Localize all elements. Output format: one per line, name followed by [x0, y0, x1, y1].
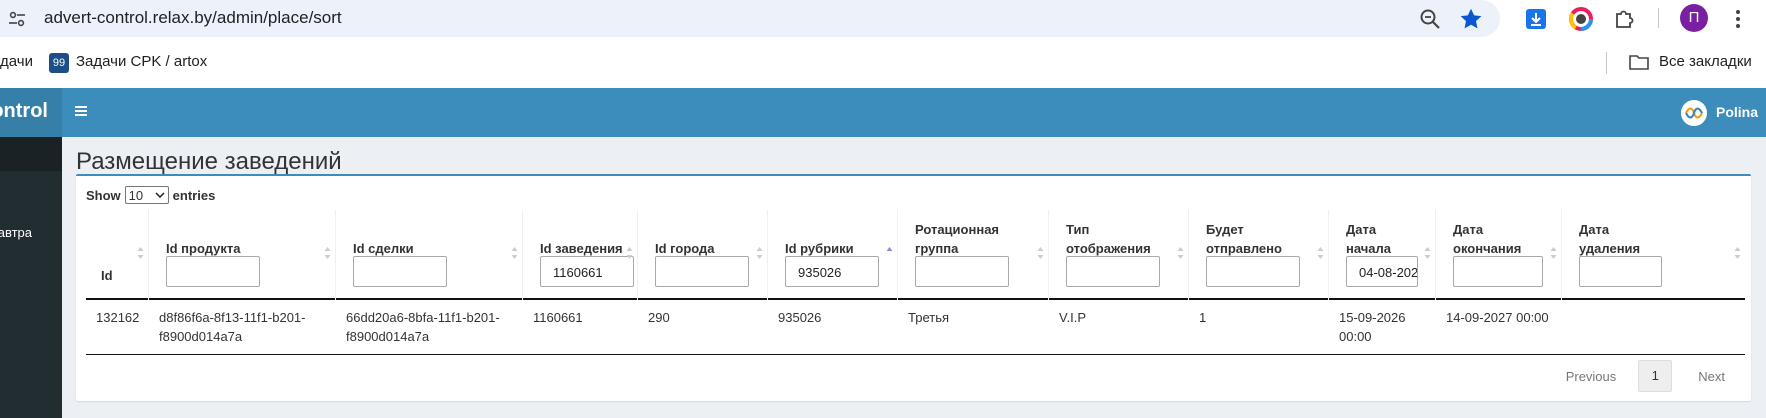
folder-icon: [1629, 55, 1649, 70]
sidebar-toggle-icon[interactable]: [74, 104, 88, 118]
cell-city-id: 290: [648, 310, 670, 325]
place-id-filter-input[interactable]: 1160661: [540, 256, 634, 287]
column-header-start-date[interactable]: Дата начала 04-08-2026: [1329, 210, 1436, 300]
browser-toolbar: advert-control.relax.by/admin/place/sort…: [0, 0, 1766, 38]
bookmark-item[interactable]: Задачи CPK / artox: [76, 53, 207, 70]
sort-icon: [1550, 247, 1557, 259]
column-header-display-type[interactable]: Тип отображения: [1049, 210, 1189, 300]
bookmark-item[interactable]: дачи: [0, 53, 33, 70]
column-label: Дата начала: [1346, 222, 1392, 256]
content-box: Show 10 entries Id Id продукта Id сделки: [76, 174, 1751, 401]
cell-place-id: 1160661: [533, 310, 583, 325]
cell-end-date: 14-09-2027 00:00: [1446, 310, 1549, 325]
cell-will-be-sent: 1: [1199, 310, 1207, 325]
sort-icon: [1037, 247, 1044, 259]
column-header-city-id[interactable]: Id города: [638, 210, 768, 300]
cell-start-date: 15-09-2026 00:00: [1339, 310, 1406, 344]
column-header-rubric-id[interactable]: Id рубрики 935026: [768, 210, 898, 300]
display-type-filter-input[interactable]: [1066, 256, 1160, 287]
sort-icon: [511, 247, 518, 259]
address-bar[interactable]: advert-control.relax.by/admin/place/sort: [0, 0, 1500, 37]
color-picker-extension-icon[interactable]: [1568, 6, 1594, 32]
column-header-deal-id[interactable]: Id сделки: [336, 210, 523, 300]
sort-icon: [626, 247, 633, 259]
url-text[interactable]: advert-control.relax.by/admin/place/sort: [44, 8, 342, 28]
column-label: Ротационная группа: [915, 222, 1000, 256]
column-header-end-date[interactable]: Дата окончания: [1436, 210, 1562, 300]
cell-display-type: V.I.P: [1059, 310, 1086, 325]
sort-icon: [137, 247, 144, 259]
sort-icon: [756, 247, 763, 259]
sort-icon: [1424, 247, 1431, 259]
logo-text: control: [0, 100, 48, 122]
will-be-sent-filter-input[interactable]: [1206, 256, 1300, 287]
cell-id: 132162: [96, 310, 140, 325]
cell-deal-id: 66dd20a6-8bfa-11f1-b201-f8900d014a7a: [346, 310, 500, 344]
rubric-id-filter-input[interactable]: 935026: [785, 256, 879, 287]
user-name[interactable]: Polina: [1716, 104, 1758, 120]
entries-select-value: 10: [128, 187, 144, 203]
bookmark-star-icon[interactable]: [1458, 6, 1484, 32]
admin-header: control Polina: [0, 88, 1766, 137]
column-label: Id: [101, 268, 113, 283]
bookmarks-separator: [1606, 52, 1607, 74]
column-label: Дата удаления: [1579, 222, 1641, 256]
previous-page-button[interactable]: Previous: [1554, 362, 1629, 391]
rotation-group-filter-input[interactable]: [915, 256, 1009, 287]
bookmarks-bar: дачи 99 Задачи CPK / artox Все закладки: [0, 38, 1766, 88]
start-date-filter-input[interactable]: 04-08-2026: [1346, 256, 1418, 287]
chevron-down-icon: [155, 192, 165, 198]
column-header-place-id[interactable]: Id заведения 1160661: [523, 210, 638, 300]
page-1-button[interactable]: 1: [1638, 360, 1673, 392]
cell-delete-date: [1562, 300, 1745, 355]
delete-date-filter-input[interactable]: [1579, 256, 1662, 287]
sort-icon: [1317, 247, 1324, 259]
all-bookmarks-button[interactable]: Все закладки: [1659, 53, 1752, 70]
show-label: Show: [86, 187, 121, 203]
column-header-will-be-sent[interactable]: Будет отправлено: [1189, 210, 1329, 300]
entries-length-control: Show 10 entries: [86, 186, 215, 204]
deal-id-filter-input[interactable]: [353, 256, 447, 287]
column-header-product-id[interactable]: Id продукта: [149, 210, 336, 300]
sort-icon: [1177, 247, 1184, 259]
sidebar: автра: [0, 137, 62, 418]
sort-icon: [1734, 247, 1741, 259]
sidebar-item-label[interactable]: автра: [0, 225, 32, 240]
cell-rubric-id: 935026: [778, 310, 822, 325]
site-settings-icon[interactable]: [6, 8, 28, 30]
page-title: Размещение заведений: [76, 148, 342, 175]
data-table: Id Id продукта Id сделки Id заведения 11…: [86, 210, 1745, 355]
toolbar-separator: [1658, 8, 1659, 28]
column-header-rotation-group[interactable]: Ротационная группа: [898, 210, 1049, 300]
city-id-filter-input[interactable]: [655, 256, 749, 287]
zoom-out-icon[interactable]: [1418, 7, 1442, 31]
column-label: Дата окончания: [1453, 222, 1522, 256]
logo[interactable]: control: [0, 88, 62, 137]
user-avatar-icon[interactable]: [1681, 100, 1707, 126]
next-page-button[interactable]: Next: [1686, 362, 1737, 391]
download-icon[interactable]: [1523, 6, 1549, 32]
entries-label: entries: [172, 187, 216, 203]
cell-product-id: d8f86f6a-8f13-11f1-b201-f8900d014a7a: [159, 310, 306, 344]
end-date-filter-input[interactable]: [1453, 256, 1543, 287]
column-header-id[interactable]: Id: [86, 210, 149, 300]
profile-avatar[interactable]: П: [1680, 4, 1708, 32]
pagination: Previous 1 Next: [1554, 360, 1737, 392]
column-label: Тип отображения: [1066, 222, 1151, 256]
sort-icon: [324, 247, 331, 259]
tasks-favicon-icon: 99: [49, 53, 69, 73]
product-id-filter-input[interactable]: [166, 256, 260, 287]
column-label: Будет отправлено: [1206, 222, 1282, 256]
browser-menu-icon[interactable]: [1728, 6, 1748, 32]
table-row[interactable]: 132162 d8f86f6a-8f13-11f1-b201-f8900d014…: [86, 300, 1745, 355]
table-header: Id Id продукта Id сделки Id заведения 11…: [86, 210, 1745, 300]
extensions-puzzle-icon[interactable]: [1611, 6, 1637, 32]
entries-select[interactable]: 10: [124, 186, 169, 204]
cell-rotation-group: Третья: [908, 310, 950, 325]
column-header-delete-date[interactable]: Дата удаления: [1562, 210, 1745, 300]
sort-ascending-icon: [886, 247, 893, 251]
sidebar-item-active[interactable]: [0, 137, 62, 171]
